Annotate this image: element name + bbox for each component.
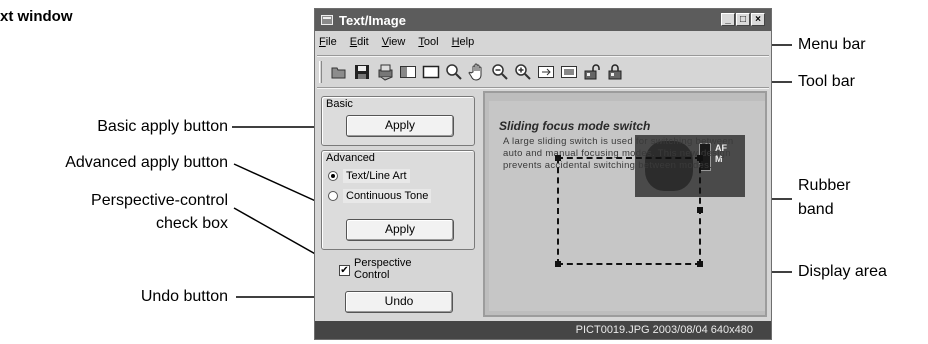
radio-continuous-tone[interactable]: Continuous Tone — [328, 189, 432, 203]
full-view-icon[interactable] — [559, 62, 579, 82]
menu-bar: File Edit View Tool Help — [317, 36, 476, 54]
lock-closed-icon[interactable] — [605, 62, 625, 82]
menu-file[interactable]: File — [317, 36, 339, 54]
rubber-band[interactable] — [555, 155, 703, 267]
tool-bar — [319, 59, 625, 85]
text-image-window: Text/Image _ □ × File Edit View Tool Hel… — [314, 8, 772, 340]
minimize-icon[interactable]: _ — [721, 13, 735, 26]
menu-tool[interactable]: Tool — [416, 36, 440, 54]
zoom-in-icon[interactable] — [513, 62, 533, 82]
radio-selected-indicator — [328, 171, 338, 181]
basic-label: Basic — [326, 98, 353, 110]
callout-perspective-line2: check box — [155, 215, 228, 232]
callout-rubber-line1: Rubber — [798, 177, 851, 194]
window-controls: _ □ × — [721, 13, 765, 26]
scanned-image: AF M Sliding focus mode switch A large s… — [489, 101, 765, 311]
menu-divider — [317, 55, 769, 57]
advanced-label: Advanced — [326, 152, 375, 164]
callout-advanced-apply: Advanced apply button — [65, 154, 228, 171]
maximize-icon[interactable]: □ — [736, 13, 750, 26]
frame-icon[interactable] — [421, 62, 441, 82]
menu-view[interactable]: View — [380, 36, 408, 54]
rubber-band-handle[interactable] — [697, 261, 703, 267]
window-title: Text/Image — [339, 12, 406, 28]
perspective-checkbox[interactable]: ✔ — [339, 265, 350, 276]
basic-group: Basic Apply — [321, 96, 475, 146]
basic-apply-button[interactable]: Apply — [346, 115, 454, 137]
perspective-label: Perspective Control — [354, 257, 412, 281]
fit-window-icon[interactable] — [536, 62, 556, 82]
status-bar: PICT0019.JPG 2003/08/04 640x480 — [315, 321, 771, 339]
app-icon — [321, 15, 333, 25]
callout-perspective-line1: Perspective-control — [91, 192, 228, 209]
advanced-group: Advanced Text/Line Art Continuous Tone A… — [321, 150, 475, 250]
lock-open-icon[interactable] — [582, 62, 602, 82]
advanced-apply-button[interactable]: Apply — [346, 219, 454, 241]
save-icon[interactable] — [352, 62, 372, 82]
title-bar[interactable]: Text/Image _ □ × — [315, 9, 771, 31]
close-icon[interactable]: × — [751, 13, 765, 26]
radio-text-line-art[interactable]: Text/Line Art — [328, 169, 410, 183]
rubber-band-handle[interactable] — [555, 155, 561, 161]
split-view-icon[interactable] — [398, 62, 418, 82]
toolbar-divider — [317, 87, 769, 89]
rubber-band-handle[interactable] — [555, 261, 561, 267]
rubber-band-handle[interactable] — [697, 207, 703, 213]
callout-rubber-line2: band — [798, 201, 834, 218]
open-icon[interactable] — [329, 62, 349, 82]
radio-continuous-tone-label: Continuous Tone — [343, 189, 432, 203]
print-icon[interactable] — [375, 62, 395, 82]
callout-basic-apply: Basic apply button — [97, 118, 228, 135]
callout-display-area: Display area — [798, 263, 887, 280]
toolbar-grip[interactable] — [319, 61, 322, 83]
radio-text-line-art-label: Text/Line Art — [343, 169, 410, 183]
callout-menu-bar: Menu bar — [798, 36, 866, 53]
rubber-band-handle[interactable] — [697, 155, 703, 161]
magnifier-icon[interactable] — [444, 62, 464, 82]
hand-icon[interactable] — [467, 62, 487, 82]
menu-edit[interactable]: Edit — [348, 36, 371, 54]
image-heading: Sliding focus mode switch — [499, 119, 651, 133]
radio-unselected-indicator — [328, 191, 338, 201]
undo-button[interactable]: Undo — [345, 291, 453, 313]
callout-undo: Undo button — [140, 288, 228, 305]
callout-tool-bar: Tool bar — [798, 73, 855, 90]
display-area[interactable]: AF M Sliding focus mode switch A large s… — [483, 91, 767, 317]
zoom-out-icon[interactable] — [490, 62, 510, 82]
menu-help[interactable]: Help — [450, 36, 477, 54]
perspective-control[interactable]: ✔ Perspective Control — [339, 257, 411, 281]
correction-panel: Basic Apply Advanced Text/Line Art Conti… — [319, 94, 479, 318]
